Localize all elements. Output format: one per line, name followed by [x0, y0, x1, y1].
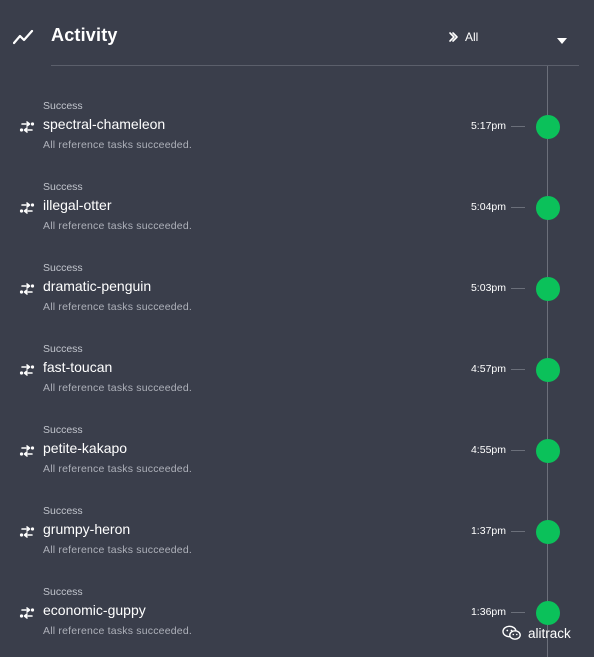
workflow-icon: [19, 362, 35, 378]
status-label: Success: [43, 424, 83, 436]
list-item[interactable]: Success fast-toucan All reference tasks …: [0, 341, 594, 422]
item-name[interactable]: spectral-chameleon: [43, 116, 165, 132]
item-name[interactable]: illegal-otter: [43, 197, 111, 213]
item-timestamp: 5:03pm: [470, 282, 506, 294]
item-description: All reference tasks succeeded.: [43, 463, 192, 475]
watermark: alitrack: [502, 624, 571, 642]
timeline-connector: [511, 207, 525, 208]
activity-header: Activity All: [0, 0, 594, 66]
chevron-right-double-icon: [448, 30, 460, 42]
item-timestamp: 5:04pm: [470, 201, 506, 213]
filter-selected-value: All: [465, 30, 479, 44]
filter-dropdown[interactable]: All: [448, 26, 572, 48]
workflow-icon: [19, 443, 35, 459]
workflow-icon: [19, 605, 35, 621]
item-timestamp: 1:36pm: [470, 606, 506, 618]
status-dot: [536, 277, 560, 301]
status-dot: [536, 601, 560, 625]
page-title: Activity: [51, 25, 118, 45]
status-dot: [536, 358, 560, 382]
status-dot: [536, 520, 560, 544]
timeline-connector: [511, 612, 525, 613]
item-name[interactable]: dramatic-penguin: [43, 278, 151, 294]
item-timestamp: 4:55pm: [470, 444, 506, 456]
timeline-connector: [511, 450, 525, 451]
status-label: Success: [43, 505, 83, 517]
workflow-icon: [19, 281, 35, 297]
status-label: Success: [43, 181, 83, 193]
timeline-connector: [511, 369, 525, 370]
item-description: All reference tasks succeeded.: [43, 301, 192, 313]
item-description: All reference tasks succeeded.: [43, 220, 192, 232]
item-name[interactable]: economic-guppy: [43, 602, 146, 618]
list-item[interactable]: Success grumpy-heron All reference tasks…: [0, 503, 594, 584]
workflow-icon: [19, 200, 35, 216]
item-name[interactable]: grumpy-heron: [43, 521, 130, 537]
item-description: All reference tasks succeeded.: [43, 139, 192, 151]
item-name[interactable]: petite-kakapo: [43, 440, 127, 456]
status-label: Success: [43, 100, 83, 112]
list-item[interactable]: Success dramatic-penguin All reference t…: [0, 260, 594, 341]
header-divider: [51, 65, 579, 66]
item-timestamp: 5:17pm: [470, 120, 506, 132]
item-description: All reference tasks succeeded.: [43, 625, 192, 637]
status-dot: [536, 196, 560, 220]
list-item[interactable]: Success spectral-chameleon All reference…: [0, 98, 594, 179]
workflow-icon: [19, 524, 35, 540]
list-item[interactable]: Success illegal-otter All reference task…: [0, 179, 594, 260]
wechat-icon: [502, 625, 522, 641]
workflow-icon: [19, 119, 35, 135]
item-timestamp: 4:57pm: [470, 363, 506, 375]
status-label: Success: [43, 262, 83, 274]
item-description: All reference tasks succeeded.: [43, 544, 192, 556]
status-label: Success: [43, 586, 83, 598]
item-name[interactable]: fast-toucan: [43, 359, 112, 375]
chevron-down-icon: [556, 32, 568, 44]
status-label: Success: [43, 343, 83, 355]
watermark-text: alitrack: [528, 625, 571, 641]
activity-list: Success spectral-chameleon All reference…: [0, 98, 594, 657]
list-item[interactable]: Success petite-kakapo All reference task…: [0, 422, 594, 503]
activity-panel: Activity All Success spectral-chameleon …: [0, 0, 594, 657]
timeline-connector: [511, 531, 525, 532]
trending-up-icon: [12, 28, 35, 46]
list-item[interactable]: Success economic-guppy All reference tas…: [0, 584, 594, 657]
status-dot: [536, 115, 560, 139]
timeline-connector: [511, 288, 525, 289]
item-timestamp: 1:37pm: [470, 525, 506, 537]
status-dot: [536, 439, 560, 463]
timeline-connector: [511, 126, 525, 127]
item-description: All reference tasks succeeded.: [43, 382, 192, 394]
